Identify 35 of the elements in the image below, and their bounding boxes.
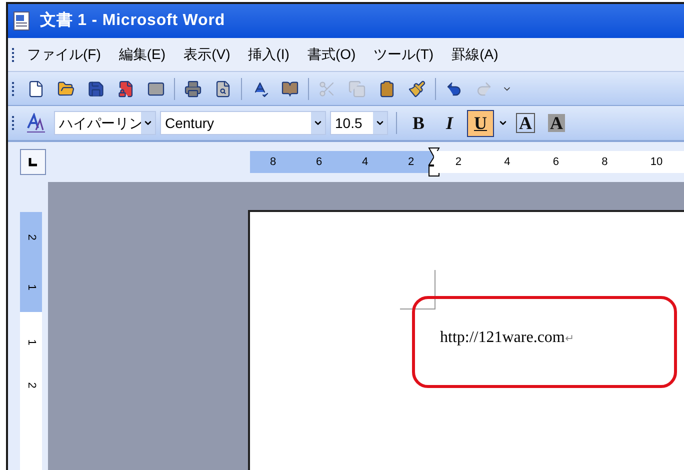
ruler-number: 6 <box>552 154 559 170</box>
ruler-number: 8 <box>270 154 276 170</box>
document-text: http://121ware.com <box>440 328 565 348</box>
ruler-number: 2 <box>24 234 38 240</box>
menu-item[interactable]: 表示(V) <box>174 44 240 65</box>
font-dropdown[interactable]: Century <box>160 111 326 135</box>
menu-item[interactable]: 罫線(A) <box>442 44 508 65</box>
font-size-dropdown[interactable]: 10.5 <box>330 111 388 135</box>
ruler-number: 8 <box>602 154 608 170</box>
ruler-number: 2 <box>408 154 414 170</box>
ruler-number: 1 <box>24 284 38 290</box>
shading-button[interactable]: A <box>543 110 570 136</box>
styles-icon[interactable] <box>26 113 46 133</box>
menu-item[interactable]: ファイル(F) <box>18 44 110 65</box>
margin-corner-mark <box>400 270 436 310</box>
ruler-number: 6 <box>316 154 322 170</box>
menu-item[interactable]: 編集(E) <box>110 44 175 65</box>
bold-button[interactable]: B <box>405 110 432 136</box>
left-tab-icon <box>28 157 38 167</box>
italic-button[interactable]: I <box>436 110 463 136</box>
menu-item[interactable]: 書式(O) <box>298 44 365 65</box>
menu-item[interactable]: ツール(T) <box>364 44 443 65</box>
ruler-number: 10 <box>650 154 663 170</box>
ruler-number: 1 <box>24 339 38 346</box>
menu-item[interactable]: 挿入(I) <box>239 44 298 65</box>
paragraph-mark: ↵ <box>564 332 574 347</box>
ruler-number: 2 <box>455 154 462 170</box>
ruler-number: 4 <box>362 154 368 170</box>
ruler-number: 4 <box>504 154 510 170</box>
word-document-icon <box>12 11 32 31</box>
window-title: 文書 1 - Microsoft Word <box>40 10 225 31</box>
underline-button[interactable]: U <box>467 110 494 136</box>
tab-stop-selector[interactable] <box>20 149 46 175</box>
ruler-number: 2 <box>24 382 38 388</box>
style-dropdown[interactable]: ハイパーリン <box>54 111 156 135</box>
